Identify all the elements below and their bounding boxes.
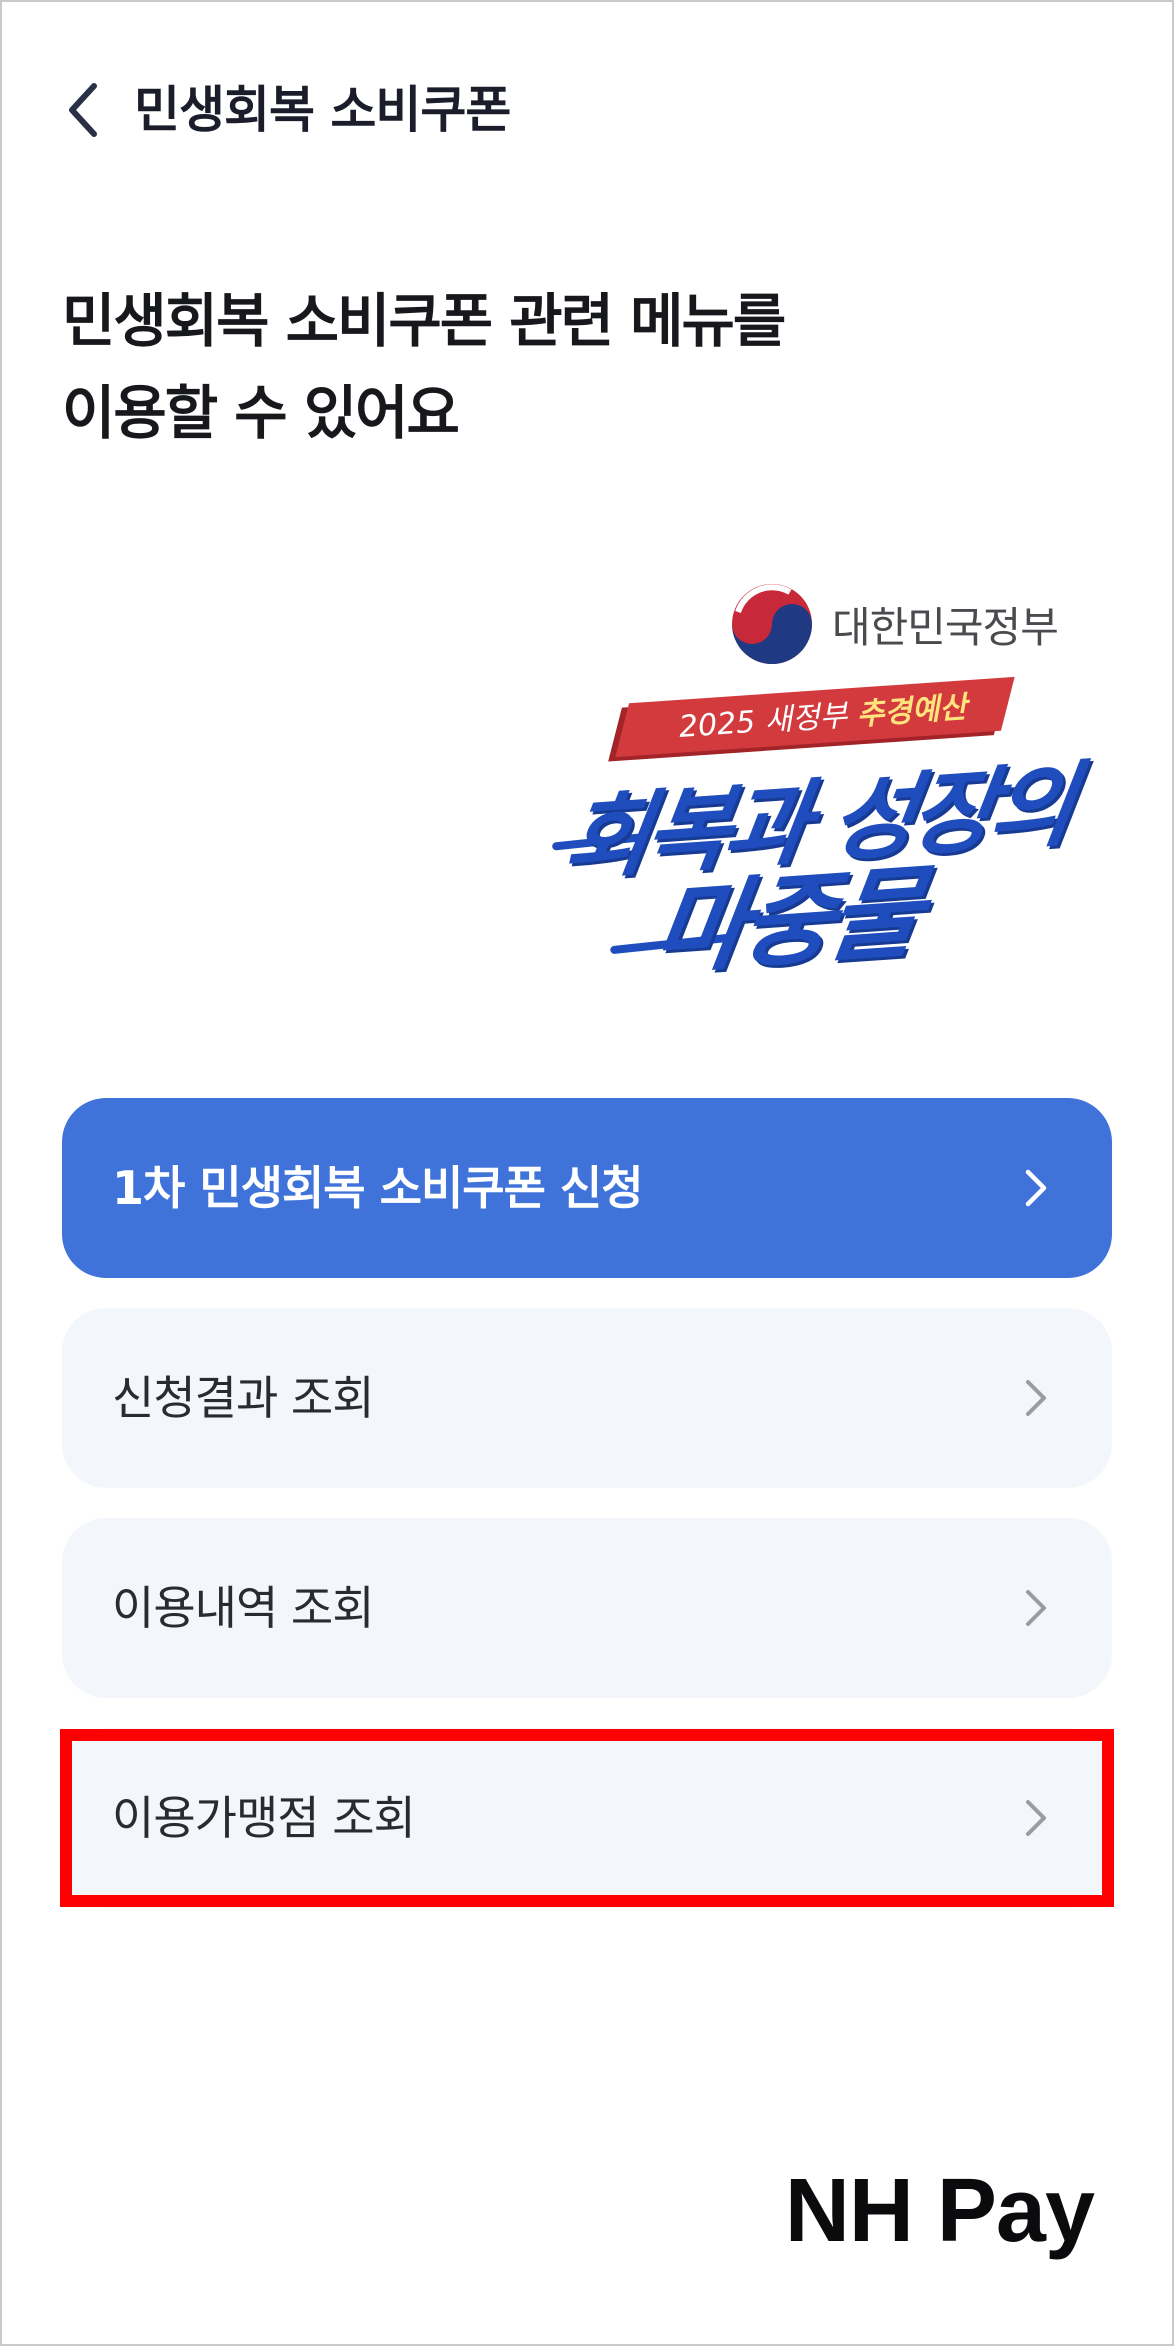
menu-application-result[interactable]: 신청결과 조회	[62, 1308, 1112, 1488]
nh-pay-logo: NH Pay	[784, 2161, 1095, 2261]
menu-label: 신청결과 조회	[112, 1371, 375, 1425]
government-logo-text: 대한민국정부	[832, 602, 1059, 652]
campaign-banner: 2025 새정부 추경예산 회복과 성장의 마중물	[540, 676, 1080, 989]
chevron-left-icon	[69, 83, 97, 137]
page-title: 민생회복 소비쿠폰	[134, 81, 511, 139]
menu-merchant-search[interactable]: 이용가맹점 조회	[62, 1728, 1112, 1908]
chevron-right-icon	[1025, 1169, 1047, 1207]
headline-line-1: 민생회복 소비쿠폰 관련 메뉴를	[62, 287, 786, 355]
menu-usage-history[interactable]: 이용내역 조회	[62, 1518, 1112, 1698]
menu-apply-coupon[interactable]: 1차 민생회복 소비쿠폰 신청	[62, 1098, 1112, 1278]
headline: 민생회복 소비쿠폰 관련 메뉴를 이용할 수 있어요	[62, 275, 1062, 459]
taegeuk-emblem-icon	[732, 584, 812, 664]
back-button[interactable]	[54, 78, 114, 142]
menu-label: 이용가맹점 조회	[112, 1791, 416, 1845]
banner-slogan-line-2: 마중물	[646, 854, 925, 989]
menu-label: 이용내역 조회	[112, 1581, 375, 1635]
menu-label: 1차 민생회복 소비쿠폰 신청	[112, 1161, 644, 1215]
government-logo: 대한민국정부	[730, 582, 1059, 666]
ribbon-highlight: 추경예산	[855, 689, 969, 733]
chevron-right-icon	[1026, 1380, 1046, 1416]
app-header: 민생회복 소비쿠폰	[0, 60, 1174, 160]
headline-line-2: 이용할 수 있어요	[62, 379, 460, 447]
chevron-right-icon	[1026, 1590, 1046, 1626]
ribbon-prefix: 2025 새정부	[677, 697, 859, 746]
chevron-right-icon	[1026, 1800, 1046, 1836]
